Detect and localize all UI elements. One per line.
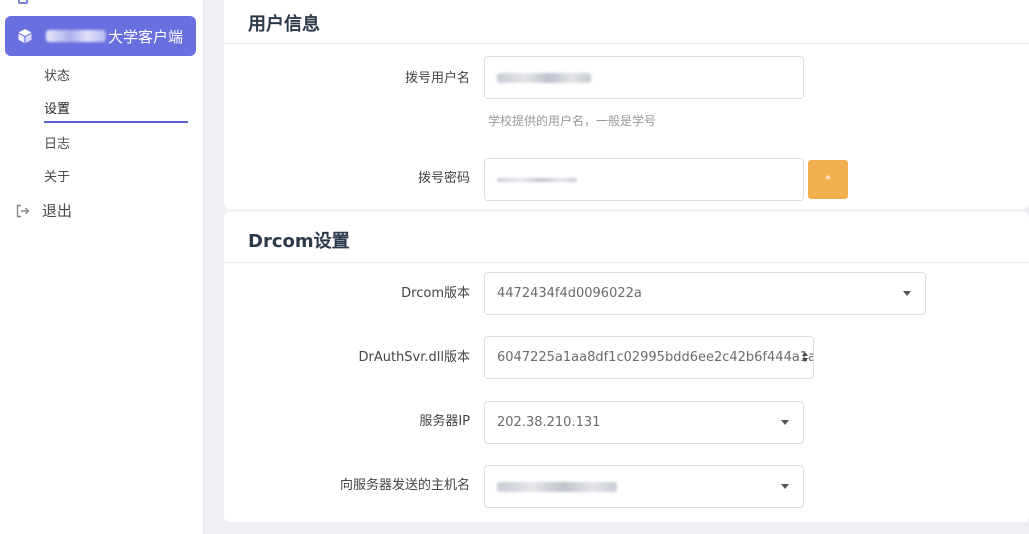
card-divider <box>224 43 1029 44</box>
username-label: 拨号用户名 <box>404 71 470 86</box>
user-info-card: 用户信息 拨号用户名 学校提供的用户名，一般是学号 拨号密码 * <box>224 0 1029 209</box>
sidebar-item-status[interactable]: 状态 <box>44 65 70 84</box>
app-logo-icon <box>18 0 28 4</box>
dll-version-value: 6047225a1aa8df1c02995bdd6ee2c42b6f444a1a <box>497 350 814 365</box>
username-help-text: 学校提供的用户名，一般是学号 <box>488 114 657 128</box>
logout-label: 退出 <box>42 202 73 220</box>
logout-button[interactable]: 退出 <box>16 200 72 221</box>
password-label: 拨号密码 <box>417 171 470 186</box>
logout-icon <box>16 204 30 218</box>
drcom-version-label: Drcom版本 <box>401 286 470 301</box>
redacted-university-name <box>46 30 106 42</box>
reveal-password-button[interactable]: * <box>808 160 848 199</box>
chevron-down-icon <box>903 291 911 296</box>
user-info-title: 用户信息 <box>248 14 320 35</box>
chevron-down-icon <box>781 484 789 489</box>
spinner-icon[interactable] <box>800 351 809 365</box>
server-ip-select[interactable]: 202.38.210.131 <box>484 401 804 444</box>
hostname-select[interactable] <box>484 465 804 508</box>
server-ip-label: 服务器IP <box>419 414 470 429</box>
password-field[interactable] <box>484 158 804 201</box>
drcom-settings-card: Drcom设置 Drcom版本 4472434f4d0096022a DrAut… <box>224 212 1029 522</box>
sidebar-item-log[interactable]: 日志 <box>44 133 70 152</box>
chevron-down-icon <box>781 420 789 425</box>
sidebar: 大学客户端 状态 设置 日志 关于 退出 <box>0 0 204 534</box>
brand-header[interactable]: 大学客户端 <box>5 16 196 56</box>
card-divider <box>224 262 1029 263</box>
hostname-label: 向服务器发送的主机名 <box>339 478 470 493</box>
sidebar-item-settings[interactable]: 设置 <box>44 98 70 117</box>
redacted-hostname <box>497 481 617 492</box>
active-nav-indicator <box>44 121 188 123</box>
drcom-version-select[interactable]: 4472434f4d0096022a <box>484 272 926 315</box>
drcom-settings-title: Drcom设置 <box>248 231 350 252</box>
cube-icon <box>16 27 34 45</box>
brand-title: 大学客户端 <box>108 27 184 46</box>
username-field[interactable] <box>484 56 804 99</box>
drcom-version-value: 4472434f4d0096022a <box>497 286 642 301</box>
dll-version-label: DrAuthSvr.dll版本 <box>358 350 470 365</box>
server-ip-value: 202.38.210.131 <box>497 415 601 430</box>
dll-version-input[interactable]: 6047225a1aa8df1c02995bdd6ee2c42b6f444a1a <box>484 336 814 379</box>
redacted-username <box>497 72 591 83</box>
password-mask <box>497 177 577 182</box>
sidebar-item-about[interactable]: 关于 <box>44 166 70 185</box>
